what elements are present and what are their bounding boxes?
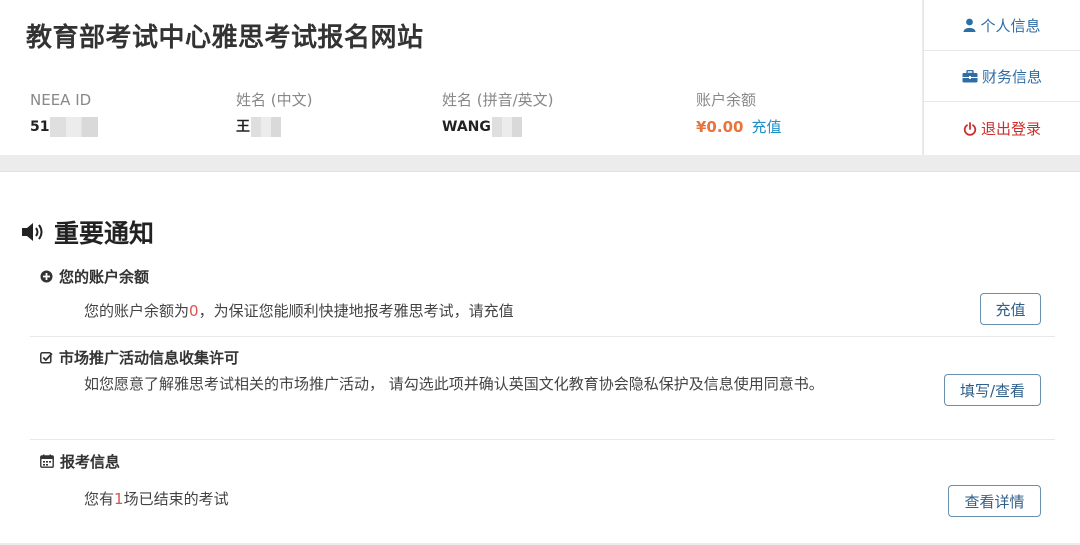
registration-text: 您有1场已结束的考试 [30, 485, 1055, 513]
redacted-mask [491, 117, 522, 137]
account-balance-heading: 您的账户余额 [30, 266, 1055, 286]
site-title: 教育部考试中心雅思考试报名网站 [26, 23, 424, 53]
recharge-link[interactable]: 充值 [751, 118, 781, 136]
user-icon [963, 18, 976, 32]
account-balance-text: 您的账户余额为0，为保证您能顺利快捷地报考雅思考试，请充值 [30, 297, 1055, 325]
notice-title-text: 重要通知 [54, 219, 155, 248]
menu-personal-info[interactable]: 个人信息 [924, 0, 1080, 51]
balance-label: 账户余额 [696, 91, 757, 109]
chinese-name-label: 姓名 (中文) [236, 91, 313, 109]
menu-finance-info[interactable]: 财务信息 [924, 51, 1080, 102]
notice-title: 重要通知 [20, 214, 154, 250]
balance-amount: ¥0.00 [696, 118, 744, 136]
registration-text-after: 场已结束的考试 [123, 490, 229, 508]
side-menu: 个人信息 财务信息 退出登录 [923, 0, 1080, 155]
marketing-heading: 市场推广活动信息收集许可 [30, 347, 1055, 367]
account-amount: 0 [189, 302, 199, 320]
marketing-text: 如您愿意了解雅思考试相关的市场推广活动， 请勾选此项并确认英国文化教育协会隐私保… [84, 375, 824, 393]
checkbox-icon [40, 351, 53, 364]
section-divider [30, 439, 1055, 440]
chinese-name-field: 姓名 (中文) 王 [236, 90, 312, 137]
menu-finance-info-label: 财务信息 [981, 67, 1042, 86]
account-text-before: 您的账户余额为 [84, 302, 190, 320]
chinese-name-value: 王 [236, 117, 281, 137]
redacted-mask [251, 117, 281, 137]
registration-heading-text: 报考信息 [60, 452, 121, 471]
calendar-icon [40, 454, 54, 468]
notice-panel: 重要通知 您的账户余额 您的账户余额为0，为保证您能顺利快捷地报考雅思考试，请充… [0, 171, 1080, 543]
neea-id-field: NEEA ID 51 [30, 90, 99, 137]
plus-circle-icon [40, 270, 53, 283]
english-name-text: WANG [442, 119, 491, 135]
volume-icon [20, 221, 46, 243]
view-details-button[interactable]: 查看详情 [948, 485, 1041, 517]
menu-personal-info-label: 个人信息 [980, 16, 1041, 35]
registration-section: 报考信息 您有1场已结束的考试 查看详情 [30, 451, 1055, 531]
redacted-mask [50, 117, 99, 137]
registration-heading: 报考信息 [30, 451, 1055, 471]
registration-count: 1 [114, 490, 124, 508]
section-divider [30, 336, 1055, 337]
registration-text-before: 您有 [84, 490, 115, 508]
account-text-after: ，为保证您能顺利快捷地报考雅思考试，请充值 [198, 302, 514, 320]
menu-logout-label: 退出登录 [980, 120, 1041, 138]
english-name-label: 姓名 (拼音/英文) [442, 91, 554, 109]
balance-value-row: ¥0.00 充值 [696, 117, 781, 138]
english-name-field: 姓名 (拼音/英文) WANG [442, 90, 554, 137]
account-header: 教育部考试中心雅思考试报名网站 NEEA ID 51 姓名 (中文) 王 姓名 … [0, 0, 922, 155]
neea-id-text: 51 [30, 119, 50, 135]
chinese-name-text: 王 [236, 119, 250, 135]
recharge-button[interactable]: 充值 [980, 293, 1041, 325]
marketing-heading-text: 市场推广活动信息收集许可 [59, 348, 240, 367]
fill-view-button[interactable]: 填写/查看 [944, 374, 1041, 406]
balance-field: 账户余额 ¥0.00 充值 [696, 90, 781, 138]
neea-id-value: 51 [30, 117, 99, 137]
account-balance-section: 您的账户余额 您的账户余额为0，为保证您能顺利快捷地报考雅思考试，请充值 充值 [30, 266, 1055, 336]
marketing-section: 市场推广活动信息收集许可 如您愿意了解雅思考试相关的市场推广活动， 请勾选此项并… [30, 347, 1055, 439]
briefcase-icon [962, 69, 978, 83]
menu-logout[interactable]: 退出登录 [924, 102, 1080, 155]
power-icon [963, 121, 977, 136]
account-balance-heading-text: 您的账户余额 [59, 267, 150, 286]
neea-id-label: NEEA ID [30, 91, 92, 109]
english-name-value: WANG [442, 117, 522, 137]
